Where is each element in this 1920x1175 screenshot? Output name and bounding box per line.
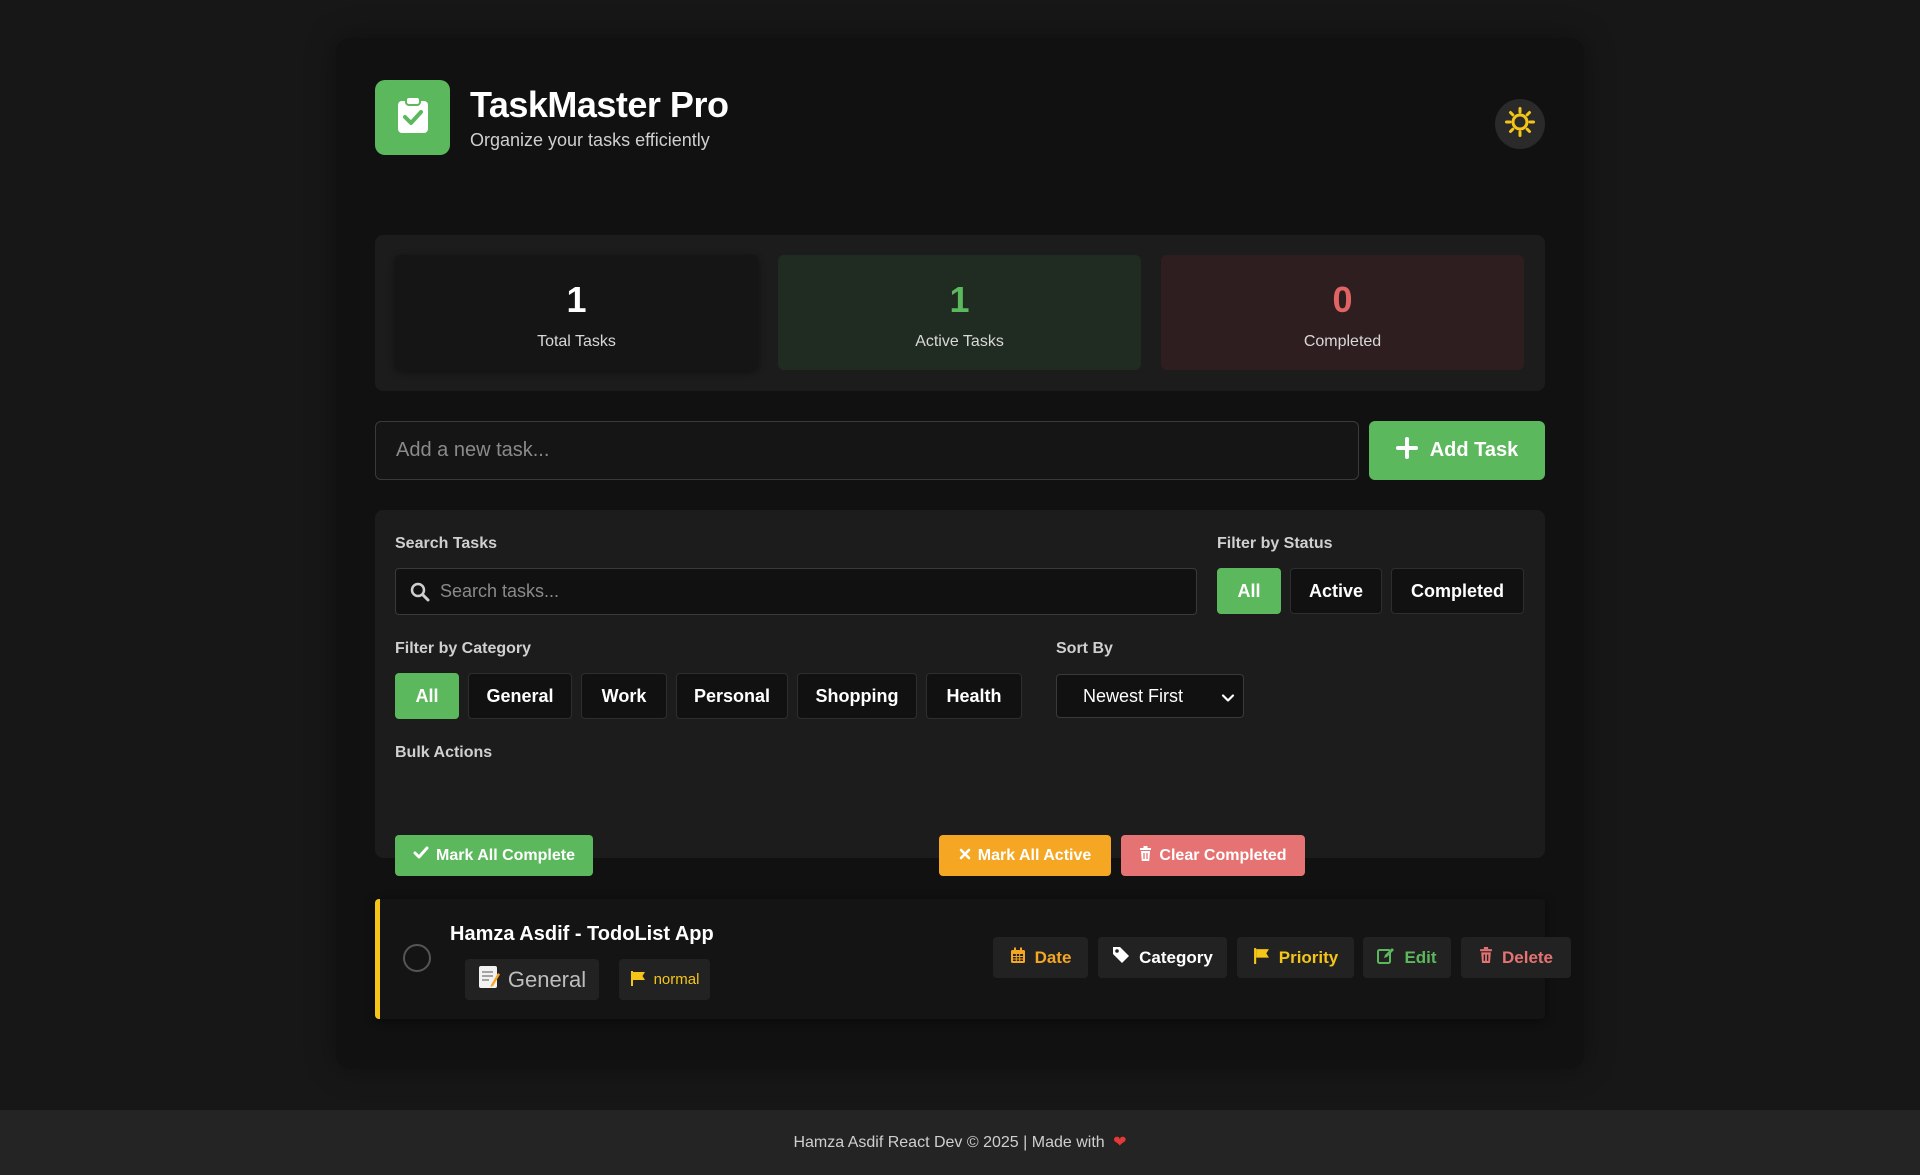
add-task-label: Add Task xyxy=(1429,439,1519,461)
status-filter-all[interactable]: All xyxy=(1217,568,1281,614)
stat-value: 1 xyxy=(566,279,587,320)
filters-panel: Search Tasks Filter by Status All Active… xyxy=(375,510,1545,876)
stat-label: Completed xyxy=(1303,333,1382,350)
close-icon xyxy=(959,847,971,865)
category-filter-health[interactable]: Health xyxy=(926,673,1022,719)
search-input[interactable] xyxy=(440,569,1180,614)
stat-active-tasks: 1 Active Tasks xyxy=(778,255,1141,370)
stat-completed-tasks: 0 Completed xyxy=(1161,255,1524,370)
task-priority-action-label: Priority xyxy=(1278,947,1339,967)
mark-all-active-label: Mark All Active xyxy=(977,846,1092,864)
flag-icon xyxy=(630,970,646,990)
add-task-button[interactable]: Add Task xyxy=(1369,421,1545,480)
app-subtitle: Organize your tasks efficiently xyxy=(470,130,710,150)
task-delete-label: Delete xyxy=(1501,947,1554,967)
footer: Hamza Asdif React Dev © 2025 | Made with… xyxy=(0,1110,1920,1175)
footer-text: Hamza Asdif React Dev © 2025 | Made with xyxy=(793,1134,1105,1151)
clear-completed-label: Clear Completed xyxy=(1159,846,1287,864)
trash-icon xyxy=(1139,845,1152,866)
memo-icon xyxy=(478,965,500,995)
sort-value: Newest First xyxy=(1083,685,1184,706)
plus-icon xyxy=(1395,436,1418,465)
calendar-icon xyxy=(1010,947,1026,969)
header: TaskMaster Pro Organize your tasks effic… xyxy=(375,80,1545,155)
app-container: TaskMaster Pro Organize your tasks effic… xyxy=(336,38,1584,1069)
tag-icon xyxy=(1112,946,1130,969)
task-category-tag: General xyxy=(465,959,599,1000)
stat-label: Active Tasks xyxy=(915,333,1004,350)
task-priority-label: normal xyxy=(653,971,700,988)
stat-label: Total Tasks xyxy=(537,333,616,350)
sort-select[interactable]: Newest First xyxy=(1056,674,1244,718)
clear-completed-button[interactable]: Clear Completed xyxy=(1121,835,1305,876)
stat-value: 1 xyxy=(949,279,970,320)
task-delete-button[interactable]: Delete xyxy=(1461,937,1571,978)
task-item: Hamza Asdif - TodoList App General norma… xyxy=(375,899,1571,1019)
status-filter-label: Filter by Status xyxy=(1217,535,1333,552)
mark-all-complete-label: Mark All Complete xyxy=(436,846,575,864)
task-priority-button[interactable]: Priority xyxy=(1237,937,1354,978)
sun-icon xyxy=(1505,106,1535,142)
category-filter-general[interactable]: General xyxy=(468,673,572,719)
task-category-button[interactable]: Category xyxy=(1098,937,1227,978)
status-filter-active[interactable]: Active xyxy=(1290,568,1382,614)
task-category-label: General xyxy=(507,966,587,992)
search-box xyxy=(395,568,1197,615)
edit-icon xyxy=(1377,947,1395,969)
task-title: Hamza Asdif - TodoList App xyxy=(450,923,714,945)
clipboard-check-icon xyxy=(396,96,430,139)
category-filter-personal[interactable]: Personal xyxy=(676,673,788,719)
app-title: TaskMaster Pro xyxy=(470,84,729,125)
category-filter-work[interactable]: Work xyxy=(581,673,667,719)
category-filter-all[interactable]: All xyxy=(395,673,459,719)
bulk-actions-label: Bulk Actions xyxy=(395,744,493,761)
task-edit-button[interactable]: Edit xyxy=(1363,937,1451,978)
heart-icon: ❤ xyxy=(1113,1134,1127,1151)
new-task-input[interactable] xyxy=(375,421,1359,480)
mark-all-complete-button[interactable]: Mark All Complete xyxy=(395,835,593,876)
app-logo xyxy=(375,80,450,155)
trash-icon xyxy=(1479,947,1493,968)
category-filter-label: Filter by Category xyxy=(395,640,532,657)
stat-value: 0 xyxy=(1332,279,1353,320)
stat-total-tasks: 1 Total Tasks xyxy=(395,255,758,370)
chevron-down-icon xyxy=(1221,689,1235,710)
category-filter-shopping[interactable]: Shopping xyxy=(797,673,917,719)
task-complete-checkbox[interactable] xyxy=(403,944,431,972)
search-icon xyxy=(410,582,430,607)
task-edit-label: Edit xyxy=(1404,947,1437,967)
search-label: Search Tasks xyxy=(395,535,497,552)
task-date-label: Date xyxy=(1034,947,1072,967)
task-category-action-label: Category xyxy=(1139,947,1213,967)
task-date-button[interactable]: Date xyxy=(993,937,1088,978)
status-filter-completed[interactable]: Completed xyxy=(1391,568,1524,614)
sort-label: Sort By xyxy=(1056,640,1113,657)
check-icon xyxy=(413,846,429,865)
stats-panel: 1 Total Tasks 1 Active Tasks 0 Completed xyxy=(375,235,1545,391)
mark-all-active-button[interactable]: Mark All Active xyxy=(939,835,1111,876)
flag-icon xyxy=(1253,947,1270,969)
task-priority-tag: normal xyxy=(619,959,710,1000)
theme-toggle-button[interactable] xyxy=(1495,99,1545,149)
